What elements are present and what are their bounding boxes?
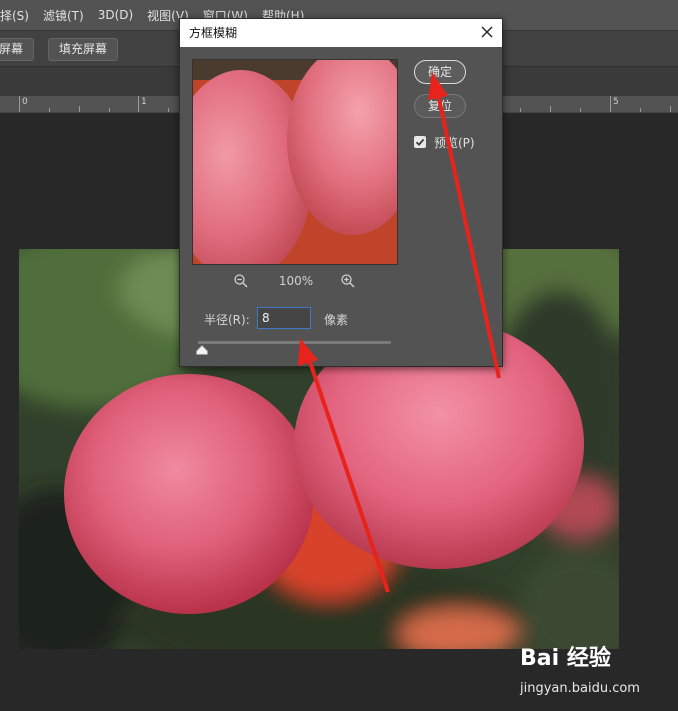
reset-button[interactable]: 复位 bbox=[414, 94, 466, 118]
box-blur-dialog: 方框模糊 100% 确定 复位 预览(P) 半径(R): 8 像素 bbox=[179, 18, 503, 367]
photoshop-window: 择(S) 滤镜(T) 3D(D) 视图(V) 窗口(W) 帮助(H) 屏幕 填充… bbox=[0, 0, 678, 711]
menu-item-select[interactable]: 择(S) bbox=[0, 7, 29, 24]
ruler-label: 1 bbox=[141, 97, 147, 107]
menu-item-3d[interactable]: 3D(D) bbox=[98, 8, 133, 22]
radius-slider-thumb[interactable] bbox=[195, 345, 208, 355]
radius-label: 半径(R): bbox=[204, 313, 250, 327]
ruler-minor-tick bbox=[670, 106, 671, 112]
fill-screen-button[interactable]: 填充屏幕 bbox=[48, 38, 119, 61]
ruler-label: 5 bbox=[613, 97, 619, 107]
ruler-minor-tick bbox=[520, 108, 521, 112]
baidu-jingyan-logo: Bai 经验 bbox=[520, 646, 611, 671]
close-icon[interactable] bbox=[480, 25, 494, 39]
unit-label: 像素 bbox=[324, 313, 349, 327]
ruler-label: 0 bbox=[22, 97, 28, 107]
ruler-major-tick bbox=[610, 96, 611, 112]
preview-label[interactable]: 预览(P) bbox=[434, 134, 475, 151]
ruler-major-tick bbox=[138, 96, 139, 112]
checkmark-icon bbox=[415, 138, 425, 146]
menu-item-filter[interactable]: 滤镜(T) bbox=[43, 7, 84, 24]
dialog-title-bar[interactable]: 方框模糊 bbox=[180, 19, 502, 47]
ruler-minor-tick bbox=[168, 108, 169, 112]
ruler-minor-tick bbox=[640, 108, 641, 112]
preview-zoom-row: 100% bbox=[192, 273, 398, 291]
radius-input[interactable] bbox=[257, 307, 311, 329]
ruler-minor-tick bbox=[580, 108, 581, 112]
preview-checkbox[interactable] bbox=[414, 136, 426, 148]
ruler-minor-tick bbox=[109, 108, 110, 112]
ruler-major-tick bbox=[19, 96, 20, 112]
zoom-level: 100% bbox=[278, 274, 314, 288]
radius-slider-track[interactable] bbox=[198, 341, 391, 344]
ok-button[interactable]: 确定 bbox=[414, 60, 466, 84]
ruler-minor-tick bbox=[49, 108, 50, 112]
ruler-minor-tick bbox=[79, 106, 80, 112]
zoom-in-icon[interactable] bbox=[340, 273, 356, 289]
dialog-title: 方框模糊 bbox=[189, 26, 238, 40]
ruler-minor-tick bbox=[550, 106, 551, 112]
baidu-jingyan-url: jingyan.baidu.com bbox=[520, 681, 640, 696]
filter-preview[interactable] bbox=[192, 59, 398, 265]
zoom-out-icon[interactable] bbox=[233, 273, 249, 289]
preview-image bbox=[193, 60, 397, 264]
fit-screen-button[interactable]: 屏幕 bbox=[0, 38, 35, 61]
